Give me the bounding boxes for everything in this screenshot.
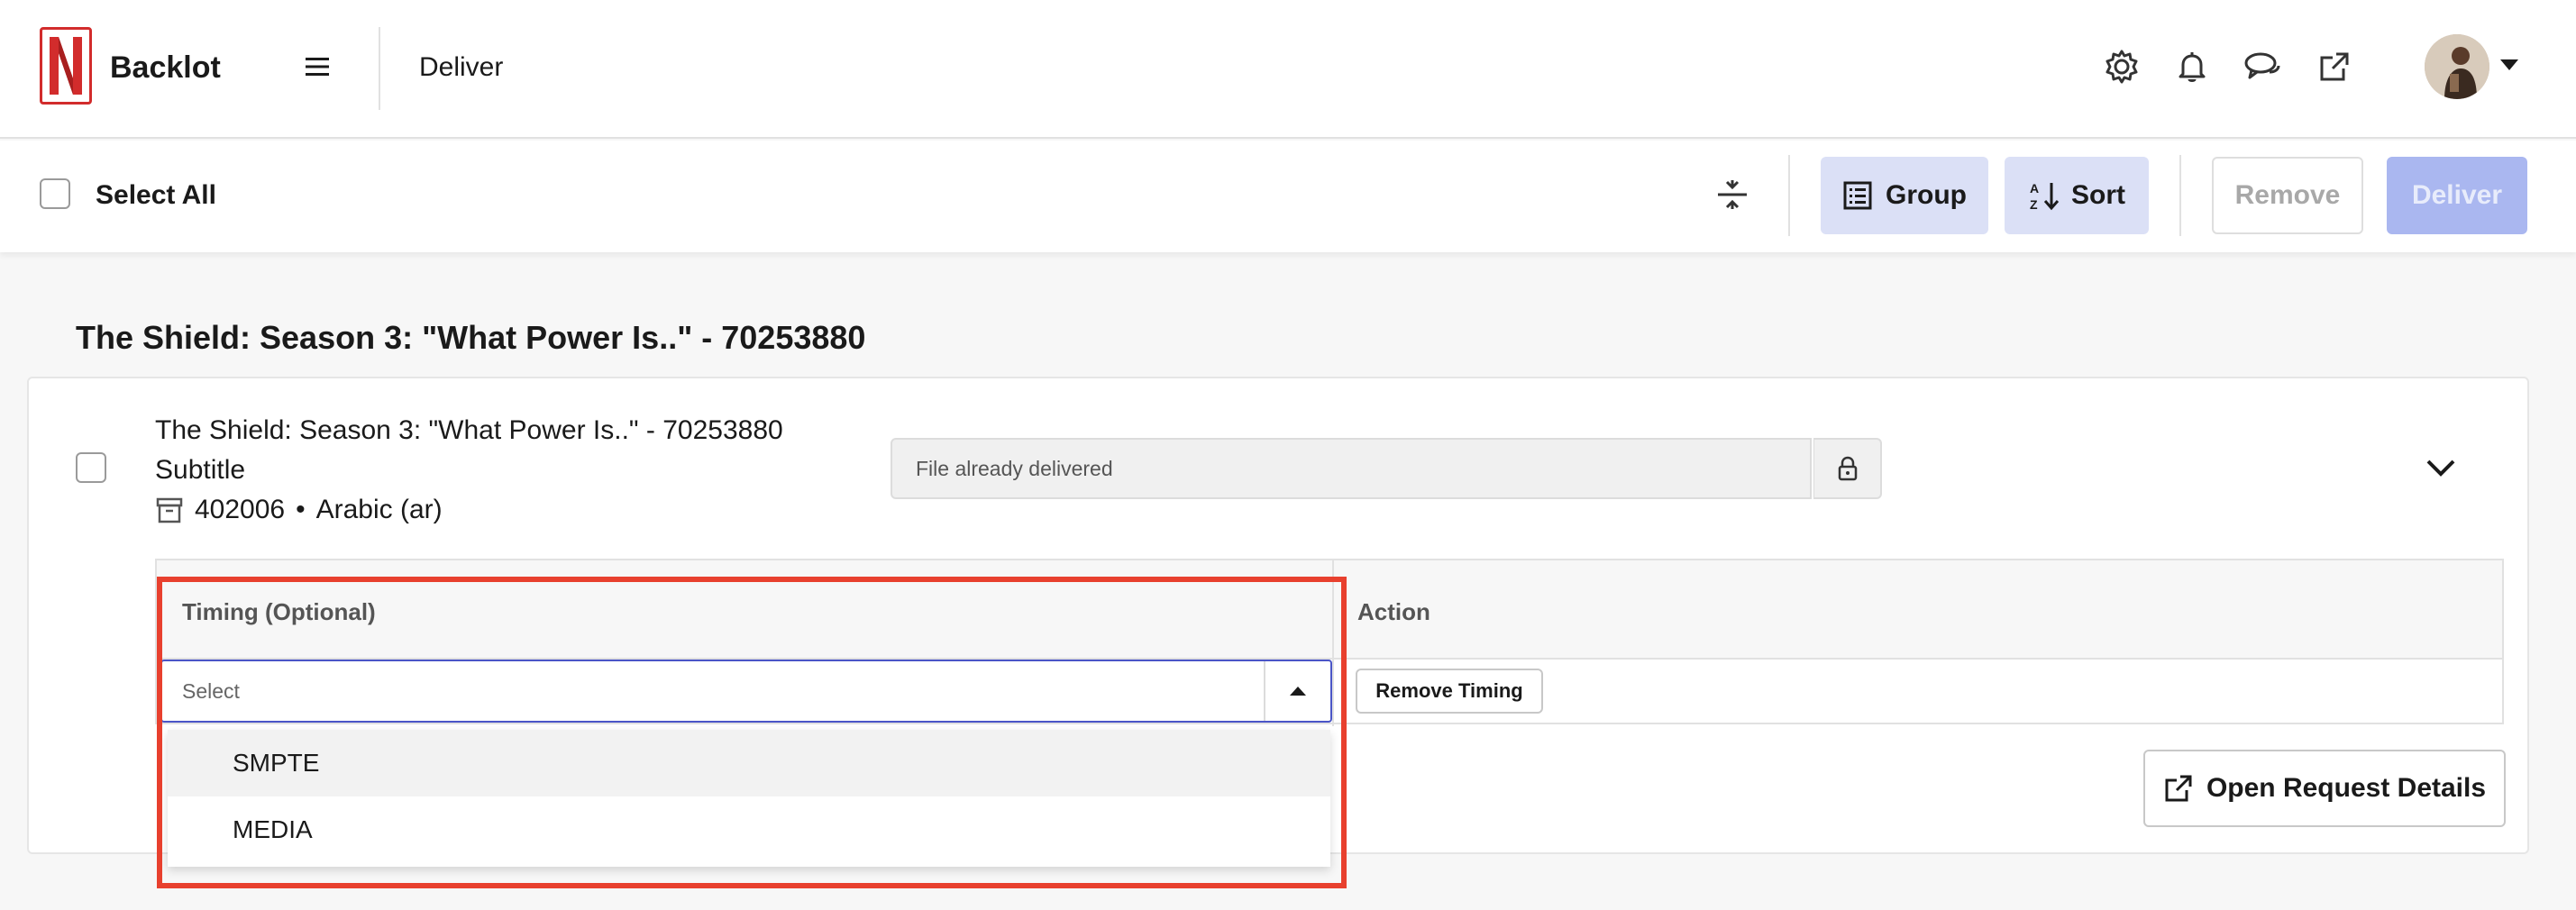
- list-icon: [1843, 181, 1872, 210]
- timing-option-media[interactable]: MEDIA: [168, 796, 1330, 863]
- gear-icon[interactable]: [2102, 47, 2142, 86]
- item-meta: 402006 • Arabic (ar): [155, 492, 443, 528]
- timing-option-smpte[interactable]: SMPTE: [168, 730, 1330, 796]
- meta-separator: •: [296, 495, 306, 524]
- svg-text:A: A: [2030, 181, 2039, 196]
- select-all-label: Select All: [96, 180, 216, 210]
- timing-select[interactable]: Select: [160, 660, 1332, 723]
- deliver-button[interactable]: Deliver: [2387, 157, 2527, 234]
- sort-button-label: Sort: [2071, 180, 2125, 210]
- chat-icon[interactable]: [2243, 47, 2282, 86]
- external-link-icon: [2165, 775, 2192, 802]
- netflix-n-icon: [50, 37, 82, 95]
- caret-up-icon: [1290, 687, 1306, 696]
- item-type: Subtitle: [155, 455, 246, 485]
- avatar[interactable]: [2425, 34, 2489, 99]
- group-button-label: Group: [1886, 180, 1967, 210]
- remove-timing-button[interactable]: Remove Timing: [1356, 669, 1543, 714]
- column-divider: [1332, 560, 1334, 726]
- bell-icon[interactable]: [2172, 47, 2212, 86]
- select-all-checkbox[interactable]: [40, 178, 70, 209]
- user-photo-icon: [2425, 34, 2489, 99]
- timing-column-header: Timing (Optional): [182, 598, 376, 625]
- action-column-header: Action: [1357, 598, 1430, 625]
- svg-text:Z: Z: [2030, 197, 2038, 212]
- item-language: Arabic (ar): [315, 495, 443, 524]
- timing-select-placeholder: Select: [182, 678, 240, 703]
- remove-button[interactable]: Remove: [2212, 157, 2363, 234]
- item-title: The Shield: Season 3: "What Power Is.." …: [155, 415, 783, 445]
- item-id: 402006: [195, 495, 286, 524]
- menu-icon[interactable]: [303, 52, 332, 81]
- lock-icon: [1813, 438, 1882, 499]
- group-button[interactable]: Group: [1821, 157, 1988, 234]
- sort-az-icon: A Z: [2030, 181, 2060, 212]
- toolbar-divider: [1788, 155, 1790, 236]
- timing-dropdown-menu: SMPTE MEDIA: [168, 730, 1330, 867]
- app-title: Backlot: [110, 50, 221, 85]
- page-title: Deliver: [419, 52, 504, 82]
- avatar-caret-icon[interactable]: [2500, 59, 2518, 70]
- header-divider: [379, 27, 380, 110]
- collapse-all-icon[interactable]: [1714, 177, 1750, 213]
- item-checkbox[interactable]: [76, 452, 106, 483]
- netflix-logo[interactable]: [40, 27, 92, 105]
- open-request-details-button[interactable]: Open Request Details: [2143, 750, 2506, 827]
- app-header: Backlot Deliver: [0, 0, 2576, 139]
- table-header-row: Timing (Optional) Action: [157, 560, 2502, 660]
- dropdown-toggle[interactable]: [1264, 661, 1330, 721]
- external-link-icon[interactable]: [2315, 47, 2354, 86]
- group-title: The Shield: Season 3: "What Power Is.." …: [76, 319, 866, 356]
- toolbar: Select All Group A Z Sort Remove Deliver: [0, 141, 2576, 252]
- delivery-status-field: File already delivered: [891, 438, 1812, 499]
- chevron-down-icon[interactable]: [2423, 449, 2459, 485]
- open-request-details-label: Open Request Details: [2206, 773, 2487, 803]
- archive-icon: [156, 497, 183, 523]
- sort-button[interactable]: A Z Sort: [2005, 157, 2149, 234]
- toolbar-divider: [2179, 155, 2181, 236]
